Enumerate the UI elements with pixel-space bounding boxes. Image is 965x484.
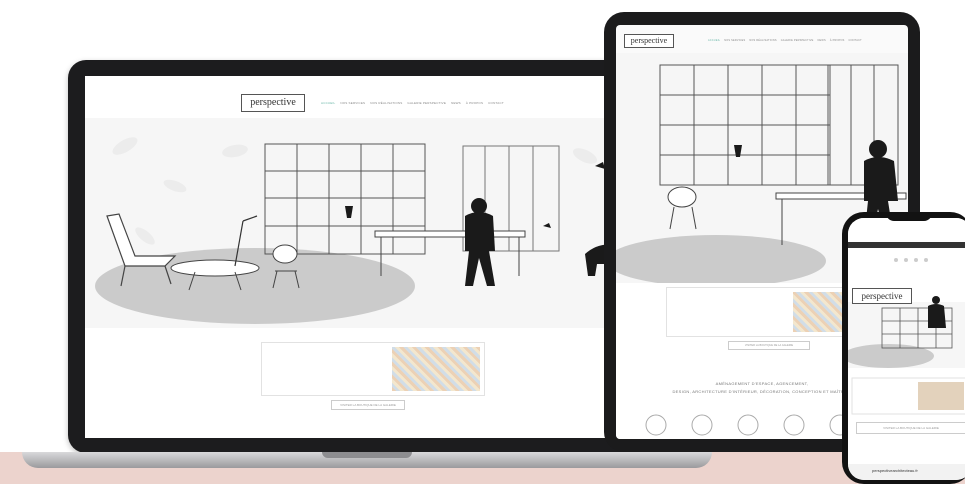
laptop-base	[22, 452, 712, 468]
gallery-shop-button[interactable]: VISITER LA BOUTIQUE DE LA GALERIE	[331, 400, 405, 410]
tablet-nav-a-propos[interactable]: À PROPOS	[830, 39, 845, 42]
laptop: perspective ACCUEIL NOS SERVICES NOS RÉA…	[68, 60, 668, 453]
tablet-site-logo[interactable]: perspective	[624, 34, 674, 48]
gallery-banner[interactable]	[261, 342, 485, 396]
banner-collage	[392, 347, 480, 391]
nav-accueil[interactable]: ACCUEIL	[321, 101, 335, 105]
laptop-lip	[322, 452, 412, 458]
phone-hero-illustration	[848, 218, 965, 480]
phone-screen: perspective VISITER LA BOUTIQUE DE LA GA…	[848, 218, 965, 480]
main-navigation: ACCUEIL NOS SERVICES NOS RÉALISATIONS GA…	[321, 101, 504, 105]
phone-url-bar[interactable]: perspectivearchitecteau.fr	[872, 468, 918, 473]
nav-contact[interactable]: CONTACT	[488, 101, 504, 105]
tablet-nav-services[interactable]: NOS SERVICES	[724, 39, 745, 42]
tablet-nav-contact[interactable]: CONTACT	[849, 39, 862, 42]
nav-realisations[interactable]: NOS RÉALISATIONS	[370, 101, 402, 105]
site-logo[interactable]: perspective	[241, 94, 305, 112]
tablet-gallery-shop-button[interactable]: VISITER LA BOUTIQUE DE LA GALERIE	[728, 341, 810, 350]
nav-news[interactable]: NEWS	[451, 101, 461, 105]
nav-services[interactable]: NOS SERVICES	[340, 101, 365, 105]
phone-gallery-shop-button[interactable]: VISITER LA BOUTIQUE DE LA GALERIE	[856, 422, 965, 434]
laptop-screen: perspective ACCUEIL NOS SERVICES NOS RÉA…	[85, 76, 651, 438]
nav-a-propos[interactable]: À PROPOS	[466, 101, 483, 105]
smartphone: perspective VISITER LA BOUTIQUE DE LA GA…	[842, 212, 965, 484]
tablet-nav-realisations[interactable]: NOS RÉALISATIONS	[749, 39, 776, 42]
tablet-nav-accueil[interactable]: ACCUEIL	[708, 39, 720, 42]
tablet-nav-news[interactable]: NEWS	[818, 39, 826, 42]
tablet-nav-galerie[interactable]: GALERIE PERSPECTIVE	[781, 39, 814, 42]
tablet-navigation: ACCUEIL NOS SERVICES NOS RÉALISATIONS GA…	[708, 39, 862, 42]
nav-galerie[interactable]: GALERIE PERSPECTIVE	[407, 101, 446, 105]
phone-notch	[886, 212, 932, 221]
phone-site-logo[interactable]: perspective	[852, 288, 912, 304]
